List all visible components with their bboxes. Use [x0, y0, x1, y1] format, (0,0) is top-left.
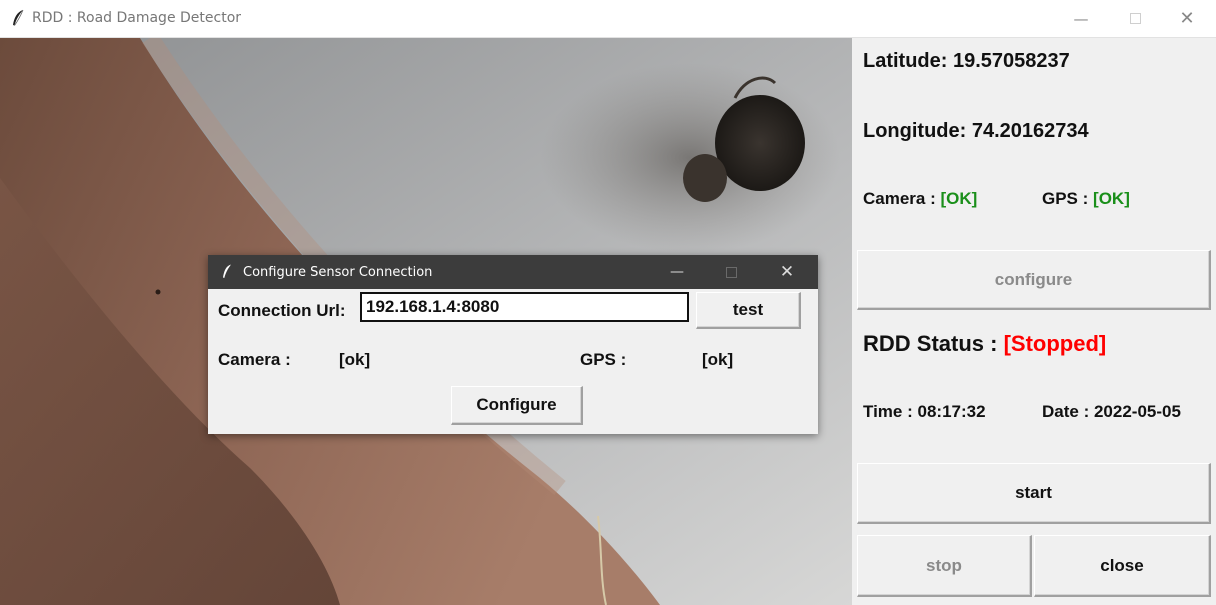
- camera-status: [OK]: [940, 189, 978, 208]
- close-icon[interactable]: ✕: [1164, 0, 1210, 37]
- rdd-status-value: [Stopped]: [1003, 331, 1107, 356]
- dialog-camera-label: Camera :: [218, 350, 291, 369]
- feather-icon: [13, 9, 24, 26]
- gps-label: GPS :: [1042, 189, 1089, 208]
- date-value: : 2022-05-05: [1083, 402, 1181, 421]
- camera-status-row: Camera : [OK]: [863, 189, 977, 209]
- close-button[interactable]: close: [1034, 535, 1211, 597]
- longitude-label: Longitude:: [863, 120, 967, 142]
- longitude-readout: Longitude: 74.20162734: [863, 120, 1089, 143]
- date-label: Date: [1042, 402, 1079, 421]
- minimize-icon[interactable]: —: [654, 255, 700, 289]
- time-readout: Time : 08:17:32: [863, 402, 986, 422]
- configure-sensor-dialog: Configure Sensor Connection — ✕ Connecti…: [208, 255, 818, 434]
- maximize-icon[interactable]: [1112, 0, 1158, 37]
- window-titlebar[interactable]: RDD : Road Damage Detector — ✕: [0, 0, 1216, 38]
- configure-button[interactable]: configure: [857, 250, 1211, 310]
- close-icon[interactable]: ✕: [764, 255, 810, 289]
- rdd-status-label: RDD Status :: [863, 331, 998, 356]
- feather-icon: [223, 264, 231, 278]
- camera-label: Camera :: [863, 189, 936, 208]
- dialog-titlebar[interactable]: Configure Sensor Connection — ✕: [208, 255, 818, 289]
- longitude-value: 74.20162734: [971, 120, 1089, 142]
- gps-status-row: GPS : [OK]: [1042, 189, 1130, 209]
- status-panel: Latitude: 19.57058237 Longitude: 74.2016…: [852, 38, 1216, 605]
- test-button[interactable]: test: [696, 292, 801, 329]
- stop-button[interactable]: stop: [857, 535, 1032, 597]
- date-readout: Date : 2022-05-05: [1042, 402, 1181, 422]
- time-label: Time: [863, 402, 903, 421]
- rdd-status-row: RDD Status : [Stopped]: [863, 331, 1106, 357]
- latitude-label: Latitude:: [863, 50, 948, 72]
- dialog-camera-status: [ok]: [339, 350, 371, 369]
- minimize-icon[interactable]: —: [1058, 0, 1104, 37]
- dialog-title: Configure Sensor Connection: [243, 265, 433, 280]
- time-value: : 08:17:32: [907, 402, 986, 421]
- dialog-gps-label: GPS :: [580, 350, 627, 369]
- connection-url-label: Connection Url:: [218, 301, 346, 320]
- dialog-gps-status: [ok]: [702, 350, 734, 369]
- gps-status: [OK]: [1093, 189, 1130, 208]
- start-button[interactable]: start: [857, 463, 1211, 524]
- latitude-readout: Latitude: 19.57058237: [863, 50, 1070, 73]
- latitude-value: 19.57058237: [953, 50, 1070, 72]
- window-title: RDD : Road Damage Detector: [32, 10, 242, 26]
- connection-url-input[interactable]: [360, 292, 689, 322]
- maximize-icon[interactable]: [708, 255, 754, 289]
- dialog-configure-button[interactable]: Configure: [451, 386, 583, 425]
